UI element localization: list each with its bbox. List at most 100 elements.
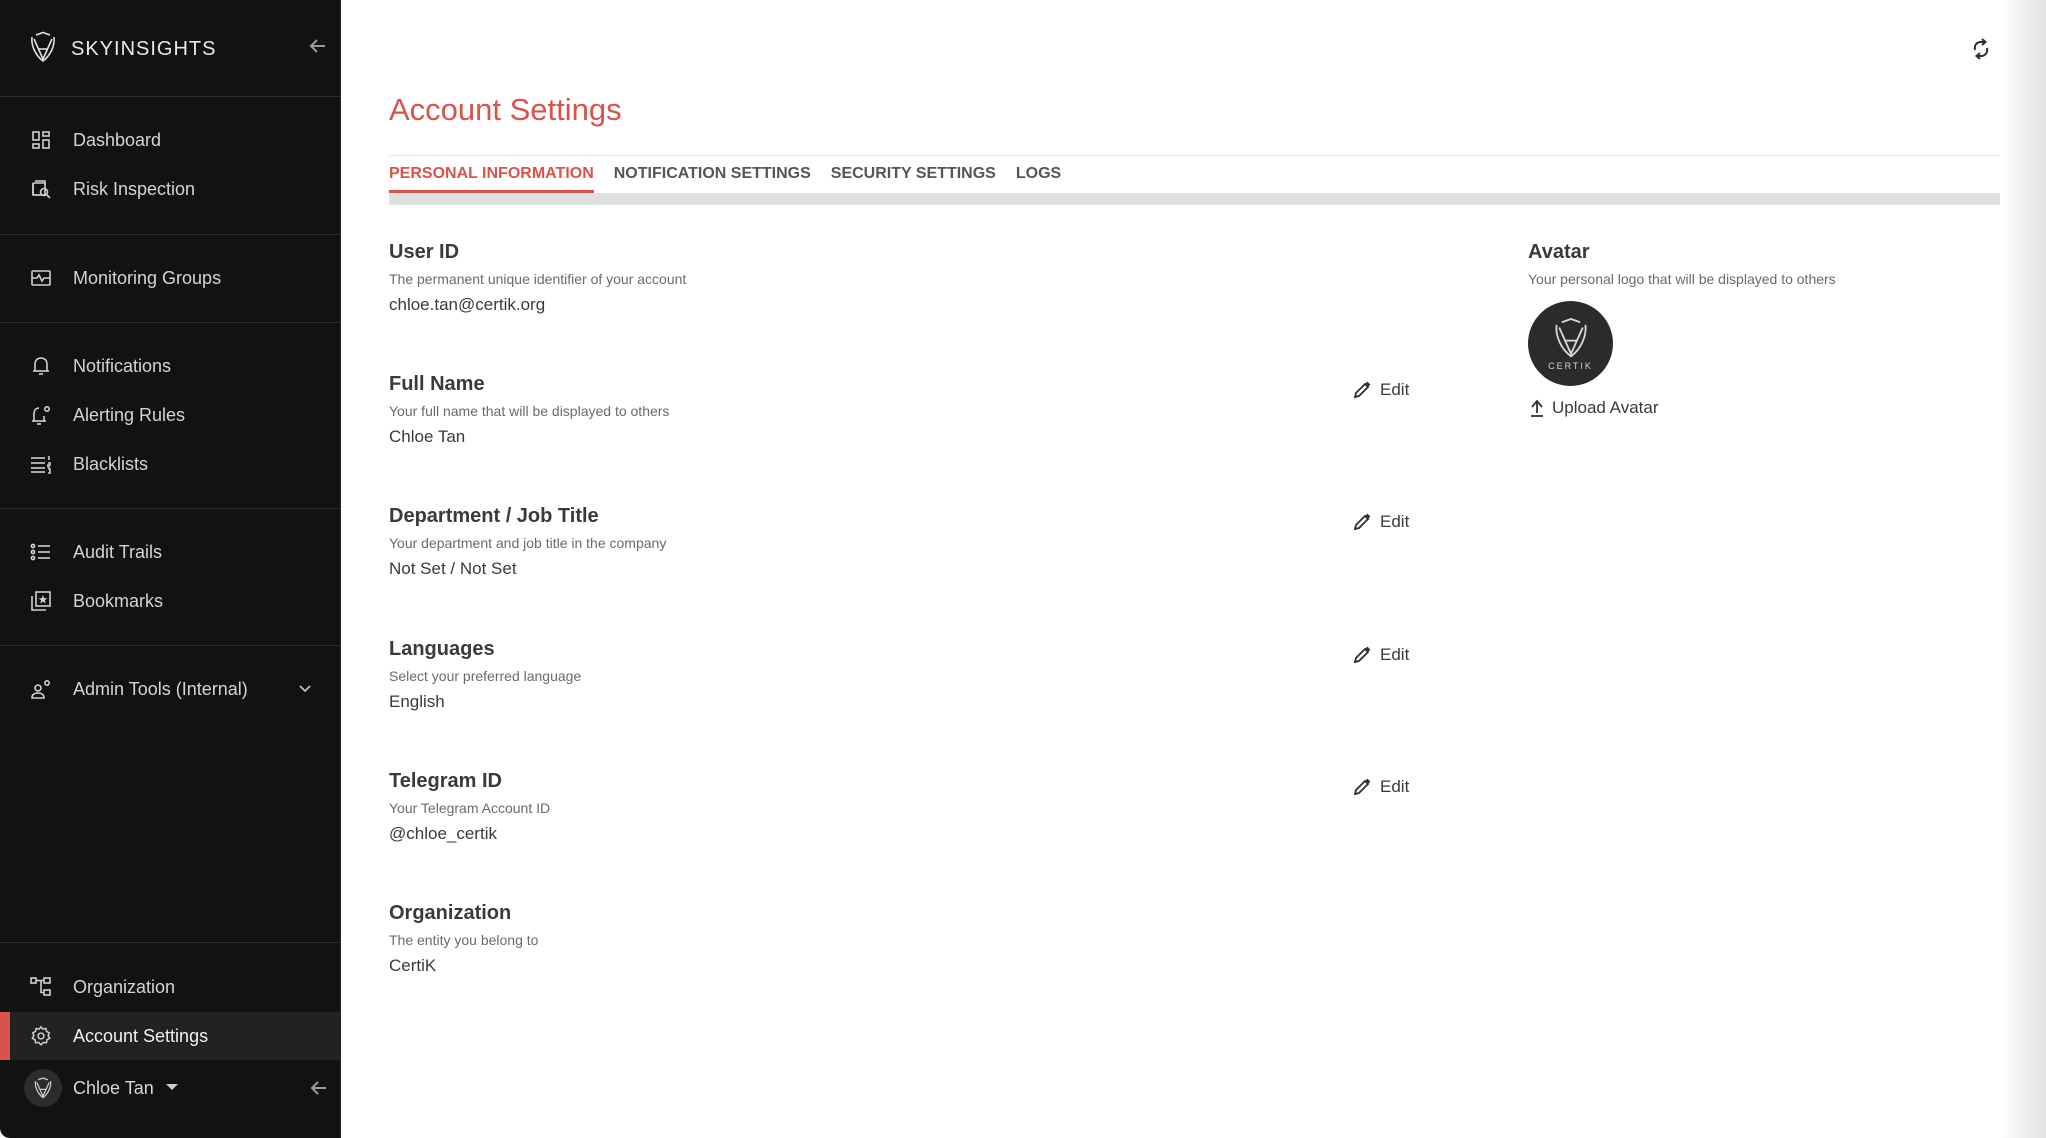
sidebar-item-audit-trails[interactable]: Audit Trails [0, 528, 341, 576]
alert-rule-bell-icon [29, 403, 53, 427]
avatar-logo-text: CERTIK [1548, 360, 1593, 371]
edit-label: Edit [1380, 777, 1410, 796]
sidebar-item-monitoring-groups[interactable]: Monitoring Groups [0, 254, 341, 302]
field-telegram-id: Telegram ID Your Telegram Account ID @ch… [389, 770, 1289, 844]
field-organization: Organization The entity you belong to Ce… [389, 902, 1289, 976]
field-title: Organization [389, 902, 512, 924]
field-title: Full Name [389, 373, 485, 395]
user-menu: Chloe Tan [0, 1066, 341, 1110]
sidebar-item-organization[interactable]: Organization [0, 963, 341, 1011]
tab-personal-information[interactable]: PERSONAL INFORMATION [389, 163, 594, 193]
field-title: Telegram ID [389, 770, 502, 792]
sidebar-item-admin-tools[interactable]: Admin Tools (Internal) [0, 665, 341, 713]
field-value: CertiK [389, 956, 437, 975]
sidebar-item-blacklists[interactable]: Blacklists [0, 440, 341, 488]
field-value: chloe.tan@certik.org [389, 295, 546, 314]
field-value: Chloe Tan [389, 427, 466, 446]
edit-label: Edit [1380, 645, 1410, 664]
sidebar-item-label: Audit Trails [73, 541, 163, 562]
edit-department-button[interactable]: Edit [1352, 512, 1409, 532]
pencil-icon [1353, 646, 1371, 664]
sidebar-item-label: Admin Tools (Internal) [73, 678, 248, 699]
upload-icon [1531, 399, 1543, 417]
avatar-title: Avatar [1528, 241, 1590, 263]
field-title: Languages [389, 638, 495, 660]
tab-notification-settings[interactable]: NOTIFICATION SETTINGS [614, 163, 811, 193]
sidebar-divider [0, 322, 341, 323]
sidebar-item-risk-inspection[interactable]: Risk Inspection [0, 165, 341, 213]
edit-languages-button[interactable]: Edit [1352, 645, 1409, 665]
bookmark-star-icon [29, 589, 53, 613]
sidebar-item-label: Alerting Rules [73, 404, 186, 425]
arrow-left-icon [310, 1081, 326, 1095]
window-edge-shadow [2000, 0, 2046, 1138]
brand-name: SKYINSIGHTS [71, 37, 217, 60]
field-value: Not Set / Not Set [389, 559, 517, 578]
caret-down-icon[interactable] [166, 1084, 178, 1090]
tab-logs[interactable]: LOGS [1016, 163, 1061, 193]
sidebar-item-account-settings[interactable]: Account Settings [0, 1012, 341, 1060]
tab-bar-track [389, 193, 2000, 205]
sidebar-item-dashboard[interactable]: Dashboard [0, 116, 341, 164]
certik-logo-icon [1554, 317, 1587, 358]
brand[interactable]: SKYINSIGHTS [29, 31, 217, 68]
refresh-button[interactable] [1968, 36, 1994, 62]
field-title: User ID [389, 241, 460, 263]
field-value: @chloe_certik [389, 824, 497, 843]
skyinsights-logo-icon [29, 31, 57, 68]
certik-logo-icon [34, 1077, 52, 1099]
upload-avatar-button[interactable]: Upload Avatar [1528, 398, 1948, 418]
refresh-icon [1973, 38, 1989, 60]
edit-label: Edit [1380, 380, 1410, 399]
tab-security-settings[interactable]: SECURITY SETTINGS [831, 163, 996, 193]
org-tree-icon [29, 975, 53, 999]
field-description: The permanent unique identifier of your … [389, 271, 687, 287]
sidebar-divider [0, 234, 341, 235]
field-user-id: User ID The permanent unique identifier … [389, 241, 1289, 315]
dashboard-icon [29, 128, 53, 152]
sidebar-item-label: Blacklists [73, 453, 149, 474]
sidebar-item-label: Bookmarks [73, 590, 164, 611]
sidebar-item-notifications[interactable]: Notifications [0, 342, 341, 390]
field-value: English [389, 692, 445, 711]
pencil-icon [1353, 513, 1371, 531]
title-divider [389, 155, 2000, 156]
chevron-down-icon[interactable] [297, 681, 313, 697]
edit-full-name-button[interactable]: Edit [1352, 380, 1409, 400]
sidebar-divider [0, 645, 341, 646]
field-languages: Languages Select your preferred language… [389, 638, 1289, 712]
sidebar-item-label: Risk Inspection [73, 178, 196, 199]
avatar-image[interactable]: CERTIK [1528, 301, 1613, 386]
sidebar-item-alerting-rules[interactable]: Alerting Rules [0, 391, 341, 439]
user-avatar[interactable] [24, 1069, 62, 1107]
bell-icon [29, 354, 53, 378]
sidebar-divider [0, 942, 341, 943]
admin-user-gear-icon [29, 677, 53, 701]
numbered-list-icon [29, 452, 53, 476]
collapse-sidebar-button[interactable] [306, 34, 330, 58]
main-content: Account Settings PERSONAL INFORMATION NO… [341, 0, 2046, 1138]
sidebar-item-label: Account Settings [73, 1025, 209, 1046]
sidebar: SKYINSIGHTS Dashboard Risk Inspection Mo… [0, 0, 341, 1138]
user-name[interactable]: Chloe Tan [73, 1078, 154, 1099]
sidebar-item-label: Monitoring Groups [73, 267, 222, 288]
logout-button[interactable] [307, 1076, 331, 1100]
edit-telegram-id-button[interactable]: Edit [1352, 777, 1409, 797]
audit-list-icon [29, 540, 53, 564]
sidebar-divider [0, 508, 341, 509]
gear-icon [29, 1024, 53, 1048]
field-description: The entity you belong to [389, 932, 539, 948]
field-description: Select your preferred language [389, 668, 582, 684]
field-description: Your full name that will be displayed to… [389, 403, 670, 419]
pencil-icon [1353, 778, 1371, 796]
sidebar-item-bookmarks[interactable]: Bookmarks [0, 577, 341, 625]
page-title: Account Settings [389, 92, 622, 127]
field-description: Your Telegram Account ID [389, 800, 551, 816]
sidebar-item-label: Organization [73, 976, 176, 997]
field-department-job-title: Department / Job Title Your department a… [389, 505, 1289, 579]
edit-label: Edit [1380, 512, 1410, 531]
pencil-icon [1353, 381, 1371, 399]
settings-tabs: PERSONAL INFORMATION NOTIFICATION SETTIN… [389, 163, 1061, 193]
field-description: Your department and job title in the com… [389, 535, 667, 551]
avatar-section: Avatar Your personal logo that will be d… [1528, 241, 1948, 418]
